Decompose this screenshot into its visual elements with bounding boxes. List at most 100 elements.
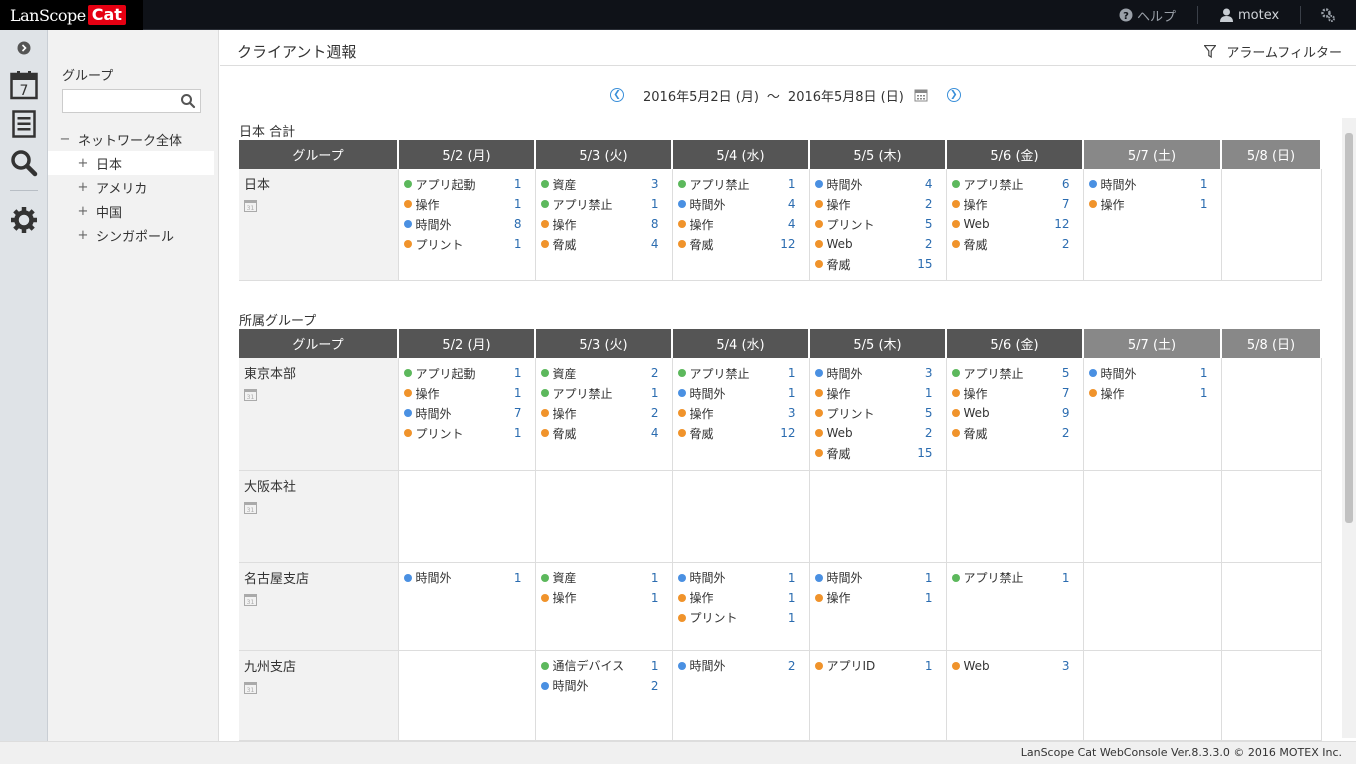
day-cell[interactable]	[1221, 169, 1322, 281]
event-item[interactable]: 資産 1	[540, 568, 667, 588]
event-item[interactable]: 脅威 12	[677, 234, 804, 254]
calendar-icon[interactable]: 31	[244, 681, 393, 697]
event-item[interactable]: 時間外 1	[677, 383, 804, 403]
group-cell[interactable]: 東京本部 31	[239, 358, 399, 471]
event-item[interactable]: アプリ禁止 1	[677, 174, 804, 194]
event-count[interactable]: 4	[788, 217, 796, 231]
tree-item-network[interactable]: − ネットワーク全体	[48, 127, 214, 151]
event-count[interactable]: 1	[788, 571, 796, 585]
day-cell[interactable]: アプリ禁止 6 操作 7 Web 12 脅威 2	[946, 169, 1084, 281]
nav-calendar[interactable]: 7	[8, 69, 40, 101]
vertical-scrollbar[interactable]	[1342, 118, 1356, 738]
calendar-icon[interactable]: 31	[244, 593, 393, 609]
group-cell[interactable]: 名古屋支店 31	[239, 562, 399, 651]
group-name[interactable]: 東京本部	[244, 363, 393, 382]
event-count[interactable]: 2	[651, 366, 659, 380]
tree-item-singapore[interactable]: + シンガポール	[48, 223, 214, 247]
event-item[interactable]: 時間外 1	[403, 568, 530, 588]
event-item[interactable]: アプリ禁止 1	[677, 363, 804, 383]
event-item[interactable]: 時間外 1	[814, 568, 941, 588]
event-count[interactable]: 8	[651, 217, 659, 231]
column-header-day[interactable]: 5/8 (日)	[1221, 329, 1322, 358]
nav-settings[interactable]	[8, 204, 40, 236]
event-item[interactable]: アプリ起動 1	[403, 363, 530, 383]
event-count[interactable]: 1	[514, 366, 522, 380]
event-item[interactable]: 資産 3	[540, 174, 667, 194]
event-count[interactable]: 1	[788, 177, 796, 191]
tree-item-america[interactable]: + アメリカ	[48, 175, 214, 199]
day-cell[interactable]: 時間外 1 操作 1	[1083, 169, 1222, 281]
event-item[interactable]: 時間外 2	[677, 656, 804, 676]
event-count[interactable]: 3	[925, 366, 933, 380]
event-item[interactable]: 操作 1	[1088, 194, 1216, 214]
event-count[interactable]: 1	[651, 386, 659, 400]
event-count[interactable]: 2	[925, 426, 933, 440]
event-count[interactable]: 1	[1200, 197, 1208, 211]
day-cell[interactable]: アプリID 1	[809, 650, 947, 741]
event-count[interactable]: 4	[651, 426, 659, 440]
expand-icon[interactable]: +	[76, 204, 90, 219]
event-count[interactable]: 1	[514, 386, 522, 400]
event-count[interactable]: 1	[788, 611, 796, 625]
day-cell[interactable]	[1083, 470, 1222, 563]
day-cell[interactable]: 時間外 1 操作 1 プリント 1	[672, 562, 810, 651]
event-count[interactable]: 7	[514, 406, 522, 420]
day-cell[interactable]	[1221, 470, 1322, 563]
expand-icon[interactable]: +	[76, 156, 90, 171]
event-count[interactable]: 5	[925, 406, 933, 420]
event-count[interactable]: 1	[651, 659, 659, 673]
alarm-filter-button[interactable]: アラームフィルター	[1204, 42, 1342, 61]
group-cell[interactable]: 九州支店 31	[239, 650, 399, 741]
column-header-day[interactable]: 5/7 (土)	[1083, 329, 1222, 358]
event-count[interactable]: 6	[1062, 177, 1070, 191]
day-cell[interactable]	[809, 470, 947, 563]
event-item[interactable]: 時間外 8	[403, 214, 530, 234]
event-count[interactable]: 12	[1054, 217, 1069, 231]
day-cell[interactable]: 資産 2 アプリ禁止 1 操作 2 脅威 4	[535, 358, 673, 471]
event-count[interactable]: 7	[1062, 386, 1070, 400]
event-item[interactable]: 脅威 4	[540, 423, 667, 443]
day-cell[interactable]: 時間外 3 操作 1 プリント 5 Web 2 脅威 15	[809, 358, 947, 471]
column-header-day[interactable]: 5/7 (土)	[1083, 140, 1222, 169]
event-item[interactable]: 操作 3	[677, 403, 804, 423]
event-count[interactable]: 5	[1062, 366, 1070, 380]
event-item[interactable]: プリント 1	[677, 608, 804, 628]
group-name[interactable]: 大阪本社	[244, 476, 393, 495]
event-count[interactable]: 1	[925, 571, 933, 585]
event-item[interactable]: Web 3	[951, 656, 1078, 676]
event-item[interactable]: Web 2	[814, 234, 941, 254]
event-item[interactable]: 資産 2	[540, 363, 667, 383]
column-header-day[interactable]: 5/3 (火)	[535, 329, 673, 358]
event-count[interactable]: 1	[1062, 571, 1070, 585]
event-count[interactable]: 2	[651, 679, 659, 693]
day-cell[interactable]	[1083, 650, 1222, 741]
event-item[interactable]: 操作 1	[814, 588, 941, 608]
day-cell[interactable]	[535, 470, 673, 563]
day-cell[interactable]: Web 3	[946, 650, 1084, 741]
group-name[interactable]: 名古屋支店	[244, 568, 393, 587]
event-item[interactable]: アプリID 1	[814, 656, 941, 676]
event-item[interactable]: 操作 7	[951, 194, 1078, 214]
event-count[interactable]: 12	[780, 426, 795, 440]
column-header-day[interactable]: 5/2 (月)	[398, 140, 536, 169]
day-cell[interactable]: 資産 1 操作 1	[535, 562, 673, 651]
event-item[interactable]: 時間外 4	[677, 194, 804, 214]
event-item[interactable]: アプリ禁止 1	[951, 568, 1078, 588]
tree-item-japan[interactable]: + 日本	[48, 151, 214, 175]
event-item[interactable]: 操作 1	[1088, 383, 1216, 403]
settings-button[interactable]	[1320, 0, 1336, 30]
event-count[interactable]: 1	[651, 591, 659, 605]
event-count[interactable]: 1	[1200, 386, 1208, 400]
event-item[interactable]: 操作 4	[677, 214, 804, 234]
event-count[interactable]: 1	[651, 571, 659, 585]
event-count[interactable]: 1	[651, 197, 659, 211]
event-count[interactable]: 1	[788, 366, 796, 380]
event-item[interactable]: 操作 8	[540, 214, 667, 234]
day-cell[interactable]: 資産 3 アプリ禁止 1 操作 8 脅威 4	[535, 169, 673, 281]
event-count[interactable]: 1	[1200, 177, 1208, 191]
expand-icon[interactable]: +	[76, 228, 90, 243]
column-header-day[interactable]: 5/4 (水)	[672, 329, 810, 358]
day-cell[interactable]	[398, 650, 536, 741]
event-count[interactable]: 15	[917, 257, 932, 271]
event-item[interactable]: Web 2	[814, 423, 941, 443]
